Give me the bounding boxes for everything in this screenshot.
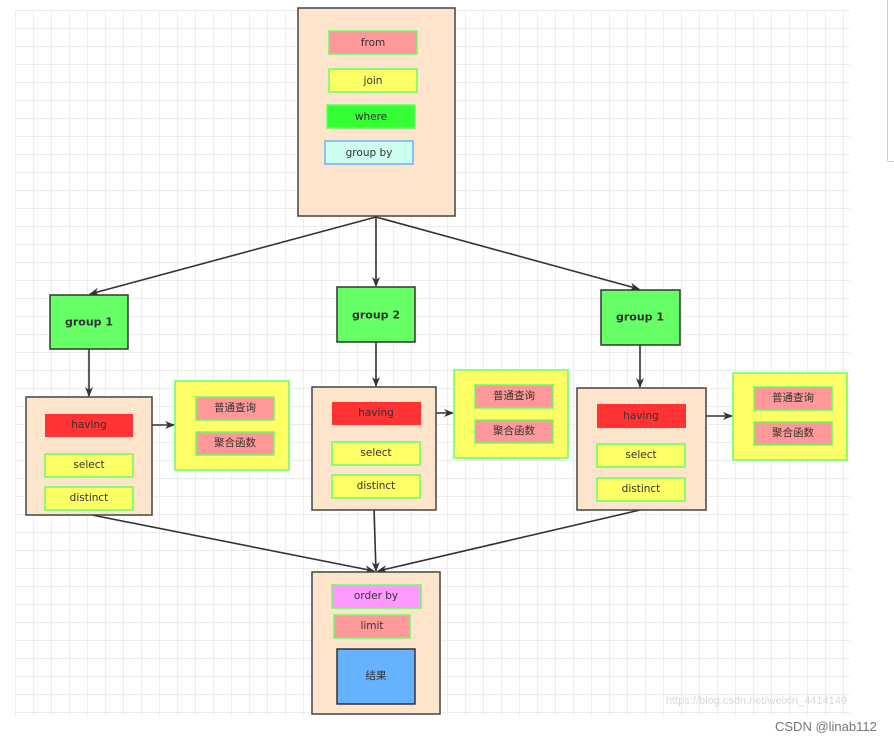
top-box: from join where group by [297,7,456,217]
select-label: select [360,447,391,459]
arrow-mid-to-bottom [371,509,380,572]
having-label: having [358,407,394,419]
distinct-label: distinct [70,492,109,504]
distinct-label: distinct [357,480,396,492]
sql-execution-diagram: from join where group by group 1 group 2… [25,7,848,715]
having-label: having [623,410,659,422]
bottom-box: order by limit 结果 [311,571,441,715]
credit-text: CSDN @linab112 [775,719,877,734]
limit-label: limit [360,620,383,632]
container-right: having select distinct [576,387,707,511]
arrow-to-group1-right [375,216,640,291]
distinct-label: distinct [622,483,661,495]
group-by-label: group by [346,147,393,159]
side-box-left: 普通查询 聚合函数 [174,380,290,471]
arrow-right-to-bottom [377,509,641,573]
group-label-mid: group 2 [352,309,400,322]
join-label: join [363,75,383,87]
result-label: 结果 [366,669,387,682]
normal-query-label: 普通查询 [493,389,535,402]
normal-query-label: 普通查询 [214,401,256,414]
group-label-left: group 1 [65,316,113,329]
arrow-to-group1-left [89,216,377,296]
order-by-label: order by [354,590,398,602]
from-label: from [361,37,385,49]
select-label: select [73,459,104,471]
watermark-url: https://blog.csdn.net/weixin_4414149 [666,695,848,707]
select-label: select [625,449,656,461]
normal-query-label: 普通查询 [772,391,814,404]
having-label: having [71,419,107,431]
aggregate-function-label: 聚合函数 [214,436,256,449]
aggregate-function-label: 聚合函数 [772,426,814,439]
group-label-right: group 1 [616,311,664,324]
container-left: having select distinct [25,396,153,516]
where-label: where [355,111,387,123]
side-box-mid: 普通查询 聚合函数 [453,369,569,459]
container-mid: having select distinct [311,386,437,511]
aggregate-function-label: 聚合函数 [493,424,535,437]
side-box-right: 普通查询 聚合函数 [732,372,848,461]
arrow-left-to-bottom [91,514,375,574]
